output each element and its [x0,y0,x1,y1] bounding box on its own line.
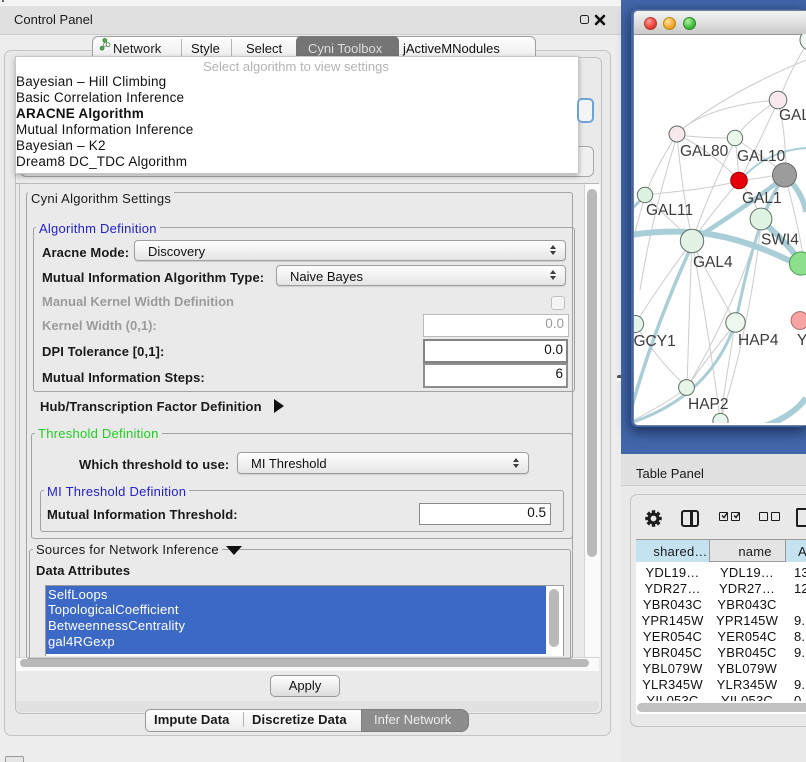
svg-text:GAL10: GAL10 [737,148,786,165]
svg-text:SWI4: SWI4 [761,232,799,249]
svg-text:GAL80: GAL80 [680,143,729,160]
svg-text:GAL1: GAL1 [742,190,782,207]
svg-text:GAL4: GAL4 [693,254,733,271]
svg-text:GCY1: GCY1 [634,333,676,350]
svg-text:HAP4: HAP4 [738,332,779,349]
svg-text:GAL2: GAL2 [779,107,806,124]
svg-text:YJ: YJ [797,332,806,349]
svg-text:GAL11: GAL11 [646,202,693,219]
svg-text:HAP2: HAP2 [688,396,729,413]
